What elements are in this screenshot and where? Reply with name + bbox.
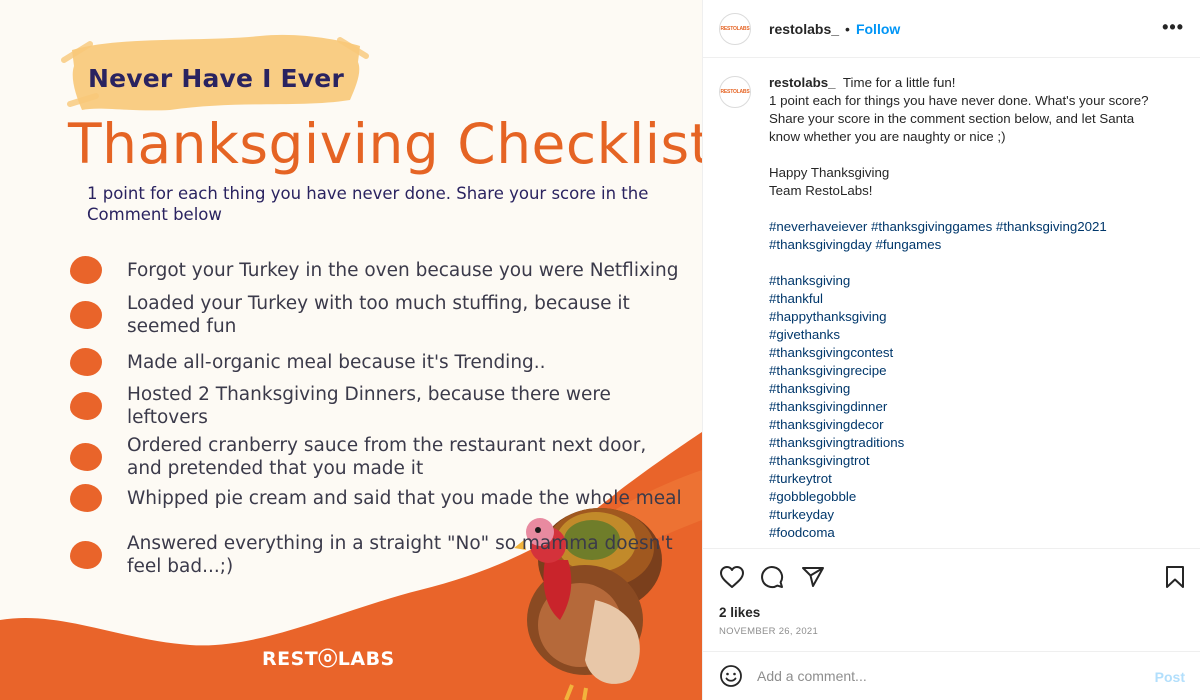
bullet-blob-icon [70,484,102,512]
bullet-blob-icon [70,256,102,284]
caption-line: Happy Thanksgiving [769,165,890,180]
post-header: RESTOLABS restolabs_ • Follow ••• [703,0,1200,58]
checklist-item: Forgot your Turkey in the oven because y… [70,256,690,284]
post-image[interactable]: Never Have I Ever Thanksgiving Checklist… [0,0,702,700]
checklist-item: Made all-organic meal because it's Trend… [70,348,690,376]
follow-button[interactable]: Follow [856,21,900,37]
likes-count[interactable]: 2 likes [719,605,760,620]
caption-line [769,146,1169,164]
bullet-blob-icon [70,348,102,376]
bullet-blob-icon [70,392,102,420]
hashtag-link[interactable]: #thanksgivingdinner [769,398,1169,416]
emoji-icon[interactable] [719,664,743,688]
caption-body: restolabs_ Time for a little fun! 1 poin… [769,74,1169,542]
action-bar [703,548,1200,604]
avatar[interactable]: RESTOLABS [719,12,751,45]
checklist-item-text: Forgot your Turkey in the oven because y… [127,259,679,281]
checklist-item-text: Made all-organic meal because it's Trend… [127,351,546,373]
hashtag-link[interactable]: #foodcoma [769,524,1169,542]
checklist-item-text: Whipped pie cream and said that you made… [127,487,682,509]
caption-line: 1 point each for things you have never d… [769,93,1149,108]
checklist-item-text: Answered everything in a straight "No" s… [127,533,673,577]
checklist-item: Whipped pie cream and said that you made… [70,484,690,512]
hashtag-link[interactable]: #thanksgiving [769,272,1169,290]
hashtag-link[interactable]: #thanksgivingtraditions [769,434,1169,452]
hashtag-link[interactable]: #thanksgivingdecor [769,416,1169,434]
post-panel: RESTOLABS restolabs_ • Follow ••• RESTOL… [702,0,1200,700]
hashtag-link[interactable]: #thanksgivingrecipe [769,362,1169,380]
post-date: NOVEMBER 26, 2021 [719,626,819,637]
caption-line: Share your score in the comment section … [769,111,1135,126]
separator-dot: • [845,20,850,37]
caption-area[interactable]: RESTOLABS restolabs_ Time for a little f… [703,58,1200,548]
hashtag-link[interactable]: #givethanks [769,326,1169,344]
username-link[interactable]: restolabs_ [769,21,839,37]
hashtag-link[interactable]: #thanksgivingday #fungames [769,236,1169,254]
checklist-item: Ordered cranberry sauce from the restaur… [70,434,690,480]
bullet-blob-icon [70,541,102,569]
bullet-blob-icon [70,301,102,329]
brand-logo: RESTⓞLABS [262,648,395,670]
bullet-blob-icon [70,443,102,471]
caption-line: Team RestoLabs! [769,183,873,198]
headline-title: Thanksgiving Checklist [68,112,702,176]
hashtag-link[interactable]: #neverhaveiever #thanksgivinggames #than… [769,218,1169,236]
caption-username-link[interactable]: restolabs_ [769,75,836,90]
hashtag-link[interactable]: #thanksgiving [769,380,1169,398]
hashtag-link[interactable]: #thanksgivingcontest [769,344,1169,362]
more-options-icon[interactable]: ••• [1162,18,1184,36]
comment-icon[interactable] [760,565,784,589]
avatar[interactable]: RESTOLABS [719,76,751,108]
caption-line [769,200,1169,218]
share-icon[interactable] [801,565,825,589]
kicker-title: Never Have I Ever [88,64,344,93]
checklist-item-text: Hosted 2 Thanksgiving Dinners, because t… [127,384,611,428]
post-comment-button[interactable]: Post [1155,669,1185,685]
comment-input[interactable] [757,668,1137,684]
checklist-item-text: Loaded your Turkey with too much stuffin… [127,293,630,337]
checklist-item-text: Ordered cranberry sauce from the restaur… [127,435,647,479]
hashtag-link[interactable]: #thankful [769,290,1169,308]
hashtag-link[interactable]: #happythanksgiving [769,308,1169,326]
heart-icon[interactable] [719,565,745,589]
caption-line: know whether you are naughty or nice ;) [769,129,1006,144]
caption-row: RESTOLABS restolabs_ Time for a little f… [719,74,1185,542]
checklist-item: Hosted 2 Thanksgiving Dinners, because t… [70,383,690,429]
hashtag-link[interactable]: #gobblegobble [769,488,1169,506]
checklist-item: Answered everything in a straight "No" s… [70,532,690,578]
hashtag-link[interactable]: #turkeytrot [769,470,1169,488]
hashtag-link[interactable]: #thanksgivingtrot [769,452,1169,470]
hashtag-spacer [769,254,1169,272]
comment-bar: Post [703,651,1200,700]
hashtag-link[interactable]: #turkeyday [769,506,1169,524]
subline-text: 1 point for each thing you have never do… [87,184,649,224]
checklist-item: Loaded your Turkey with too much stuffin… [70,292,690,338]
bookmark-icon[interactable] [1165,565,1185,589]
caption-line: Time for a little fun! [842,75,956,90]
